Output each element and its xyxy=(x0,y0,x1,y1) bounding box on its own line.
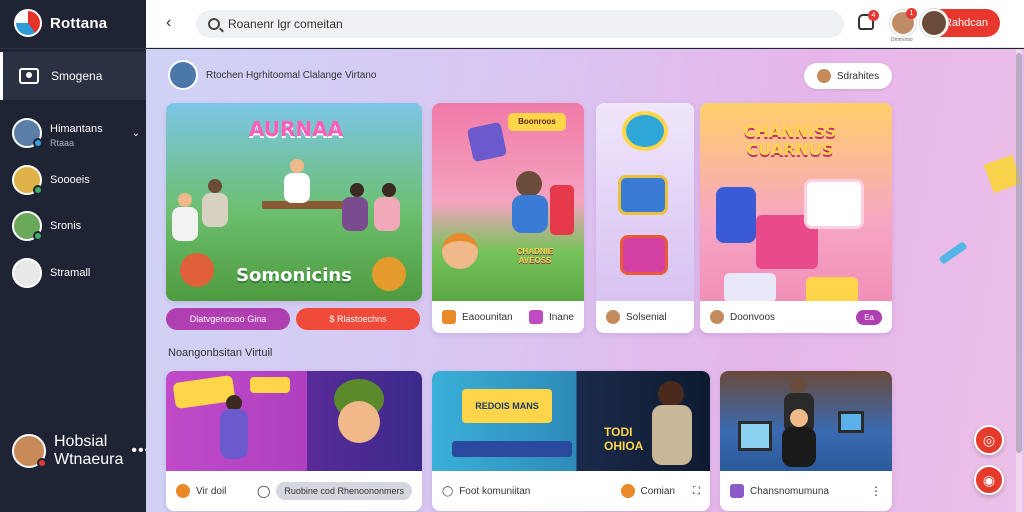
game-card[interactable]: Solsenial xyxy=(596,103,694,333)
button-label: $ Rlastoechns xyxy=(329,314,387,324)
game-thumbnail xyxy=(720,371,892,471)
game-label: CHADNIE AVEOSS xyxy=(516,247,554,265)
avatar xyxy=(710,310,724,324)
game-banner: Boonroos xyxy=(508,113,566,131)
sidebar-profile[interactable]: Hobsial Wtnaeura ••• xyxy=(12,433,150,469)
card-footer: Doonvoos Ea xyxy=(700,301,892,333)
sidebar-item-1[interactable]: Soooeis xyxy=(12,163,140,197)
profile-button-label: Rahdcan xyxy=(943,17,988,29)
card-footer-label: Chansnomumuna xyxy=(750,485,829,497)
sidebar-divider xyxy=(0,48,146,49)
avatar xyxy=(12,258,42,288)
game-icon xyxy=(620,484,635,498)
game-icon xyxy=(442,310,456,324)
search-icon xyxy=(208,18,220,30)
avatar-caption: Dmmonto xyxy=(891,37,913,43)
game-icon xyxy=(176,484,190,498)
avatar xyxy=(606,310,620,324)
sidebar-item-active[interactable]: Smogena xyxy=(0,52,146,100)
avatar xyxy=(12,118,43,148)
game-thumbnail: CHANNISS CUARNUS xyxy=(700,103,892,301)
card-footer: Solsenial xyxy=(596,301,694,333)
card-footer-label: Inane xyxy=(548,311,574,323)
camera-icon xyxy=(19,68,39,84)
card-footer: Chansnomumuna ⋮ xyxy=(720,471,892,511)
avatar xyxy=(12,434,47,468)
section-title: Noangonbsitan Virtuil xyxy=(168,347,273,359)
expand-icon[interactable]: ⛶ xyxy=(693,486,700,497)
sidebar: Rottana Smogena Himantans Rtaaa ⌄ Soooei… xyxy=(0,0,150,512)
chat-fab[interactable]: ◎ xyxy=(974,425,1004,455)
more-icon[interactable]: ⋮ xyxy=(870,484,882,498)
game-thumbnail: Boonroos CHADNIE AVEOSS xyxy=(432,103,584,301)
card-footer-label: Solsenial xyxy=(626,311,667,323)
game-card[interactable]: REDOIS MANS TODI OHIOA ◯ Foot komuniitan… xyxy=(432,371,710,511)
welcome-text: Rtochen Hgrhitoomal Clalange Virtano xyxy=(206,69,377,81)
sidebar-item-label: Himantans xyxy=(50,122,103,135)
game-thumbnail xyxy=(166,371,422,471)
decoration xyxy=(938,241,968,265)
card-footer-label: Foot komuniitan xyxy=(459,485,531,497)
avatar xyxy=(12,165,43,195)
action-button[interactable]: Sdrahites xyxy=(804,63,892,89)
card-footer-label: Doonvoos xyxy=(730,311,776,323)
logo-icon xyxy=(14,9,42,37)
sidebar-item-2[interactable]: Sronis xyxy=(12,209,140,243)
card-chip[interactable]: Ruobine cod Rhenoononmers xyxy=(276,482,412,500)
card-footer-label: Vir doil xyxy=(196,485,227,497)
avatar-badge: 1 xyxy=(906,8,917,19)
game-card[interactable]: Boonroos CHADNIE AVEOSS Eaoounitan Inane xyxy=(432,103,584,333)
avatar xyxy=(920,9,948,37)
sidebar-item-label: Soooeis xyxy=(50,174,90,186)
sidebar-item-3[interactable]: Stramall xyxy=(12,256,140,290)
card-footer-label: Comian xyxy=(640,485,675,497)
profile-sub: Wtnaeura xyxy=(54,451,124,468)
featured-title: AURNAA xyxy=(248,117,344,141)
avatar xyxy=(12,211,43,241)
card-footer: ◯ Foot komuniitan Comian ⛶ xyxy=(432,471,710,511)
featured-primary-button[interactable]: Dlatvgenosoo Gina xyxy=(166,308,290,330)
card-tag[interactable]: Ea xyxy=(856,309,882,325)
game-card[interactable]: Chansnomumuna ⋮ xyxy=(720,371,892,511)
chevron-down-icon[interactable]: ⌄ xyxy=(132,128,140,139)
featured-secondary-button[interactable]: $ Rlastoechns xyxy=(296,308,420,330)
sidebar-item-label: Stramall xyxy=(50,267,91,279)
game-overlay: TODI OHIOA xyxy=(604,425,644,453)
help-fab[interactable]: ◉ xyxy=(974,465,1004,495)
location-icon[interactable]: ◯ xyxy=(257,484,270,498)
welcome-banner: Rtochen Hgrhitoomal Clalange Virtano xyxy=(168,60,376,90)
game-banner: REDOIS MANS xyxy=(462,389,552,423)
button-label: Dlatvgenosoo Gina xyxy=(189,314,267,324)
location-icon: ◯ xyxy=(442,485,454,497)
scrollbar-thumb[interactable] xyxy=(1016,53,1022,453)
game-thumbnail: REDOIS MANS TODI OHIOA xyxy=(432,371,710,471)
featured-caption: Somonicins xyxy=(236,265,352,286)
notification-badge: 4 xyxy=(868,10,879,21)
top-bar: ‹ 4 1 Dmmonto Rahdcan xyxy=(146,0,1024,48)
game-card[interactable]: CHANNISS CUARNUS Doonvoos Ea xyxy=(700,103,892,333)
sidebar-item-label: Smogena xyxy=(51,69,103,83)
sidebar-item-label: Sronis xyxy=(50,220,82,232)
card-footer-label: Eaoounitan xyxy=(462,311,513,323)
back-icon[interactable]: ‹ xyxy=(166,14,171,32)
game-icon xyxy=(528,310,543,324)
avatar xyxy=(816,69,831,83)
app-title: Rottana xyxy=(50,14,108,32)
game-banner: CHANNISS CUARNUS xyxy=(743,122,837,159)
card-footer: Vir doil ◯ Ruobine cod Rhenoononmers xyxy=(166,471,422,511)
main-content: Rtochen Hgrhitoomal Clalange Virtano Sdr… xyxy=(146,49,1024,512)
game-icon xyxy=(730,484,744,498)
game-thumbnail xyxy=(596,103,694,301)
action-button-label: Sdrahites xyxy=(836,70,880,82)
sidebar-item-0[interactable]: Himantans Rtaaa ⌄ xyxy=(12,116,140,150)
search-input[interactable] xyxy=(228,17,788,31)
featured-card[interactable]: AURNAA Somonicins xyxy=(166,103,422,301)
avatar xyxy=(168,60,198,90)
sidebar-item-sub: Rtaaa xyxy=(50,137,75,148)
brand[interactable]: Rottana xyxy=(14,8,107,38)
profile-name: Hobsial xyxy=(54,433,108,450)
card-footer: Eaoounitan Inane xyxy=(432,301,584,333)
search-bar[interactable] xyxy=(196,10,844,38)
game-card[interactable]: Vir doil ◯ Ruobine cod Rhenoononmers xyxy=(166,371,422,511)
